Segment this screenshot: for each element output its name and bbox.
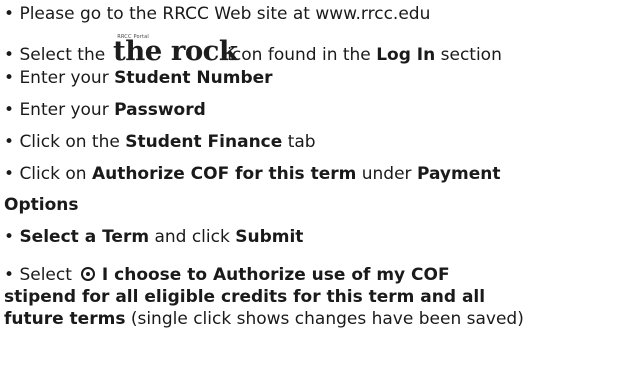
the-rock-portal-logo: RRCC Portal the rock — [113, 34, 238, 67]
step-emphasis: future terms — [4, 309, 126, 329]
bullet: • — [4, 68, 15, 88]
step-emphasis: Log In — [376, 45, 436, 65]
bullet: • — [4, 227, 15, 247]
step-text: Please go to the RRCC Web site at www.rr… — [19, 4, 431, 24]
step-text: and click — [154, 227, 230, 247]
step-authorize-cof-continued: Options — [4, 194, 78, 216]
step-emphasis: Submit — [235, 227, 304, 247]
step-text: Enter your — [19, 100, 109, 120]
bullet: • — [4, 164, 15, 184]
step-select-term: • Select a Term and click Submit — [4, 226, 303, 248]
step-select-icon: • Select the RRCC Portal the rock icon foun… — [4, 34, 502, 67]
step-note: (single click shows changes have been sa… — [130, 309, 524, 329]
bullet: • — [4, 100, 15, 120]
step-text: section — [440, 45, 502, 65]
bullet: • — [4, 4, 15, 24]
radio-selected-icon — [80, 267, 95, 281]
step-text: Enter your — [19, 68, 109, 88]
step-emphasis: Authorize COF for this term — [91, 164, 357, 184]
bullet: • — [4, 132, 15, 152]
step-emphasis: Password — [114, 100, 206, 120]
step-emphasis: Payment — [416, 164, 501, 184]
step-authorize-cof: • Click on Authorize COF for this term u… — [4, 163, 500, 185]
step-authorize-option: • Select I choose to Authorize use of my … — [4, 264, 450, 286]
step-student-number: • Enter your Student Number — [4, 67, 273, 89]
step-student-finance: • Click on the Student Finance tab — [4, 131, 316, 153]
step-authorize-option-line3: future terms (single click shows changes… — [4, 308, 640, 330]
step-text: tab — [287, 132, 316, 152]
step-emphasis: Options — [4, 195, 79, 215]
step-emphasis: stipend for all eligible credits for thi… — [4, 287, 486, 307]
step-emphasis: Student Number — [114, 68, 273, 88]
step-emphasis: Student Finance — [125, 132, 283, 152]
step-text: Click on the — [19, 132, 120, 152]
step-emphasis: Select a Term — [19, 227, 150, 247]
step-text: Select — [19, 265, 72, 285]
step-password: • Enter your Password — [4, 99, 206, 121]
step-text: Click on — [19, 164, 87, 184]
step-text: Select the — [19, 45, 106, 65]
bullet: • — [4, 45, 15, 65]
step-visit-site: • Please go to the RRCC Web site at www.… — [4, 3, 430, 25]
bullet: • — [4, 265, 15, 285]
step-emphasis: I choose to Authorize use of my COF — [101, 265, 450, 285]
step-text: under — [361, 164, 412, 184]
step-authorize-option-line2: stipend for all eligible credits for thi… — [4, 286, 485, 308]
logo-wordmark: the rock — [113, 36, 238, 67]
step-text: icon found in the — [227, 45, 371, 65]
